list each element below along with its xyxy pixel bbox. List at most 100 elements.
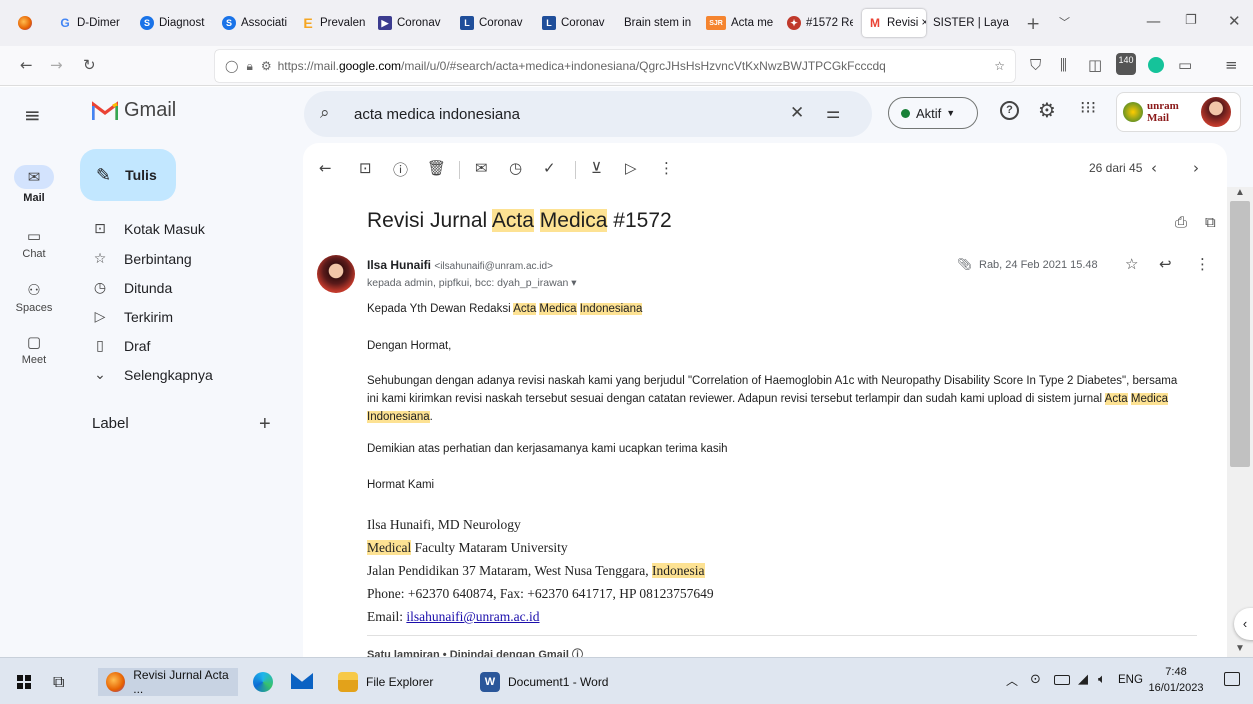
extension-badge-icon[interactable]: 140 [1116,53,1136,75]
nav-sent[interactable]: ▷ Terkirim [80,303,290,331]
tab-diagnost[interactable]: S Diagnost [140,9,208,37]
volume-icon[interactable]: 🔈︎ [1098,672,1106,687]
tab-d-dimer[interactable]: G D-Dimer [58,9,128,37]
tab-associati[interactable]: S Associati [222,9,288,37]
tab-coronav-1[interactable]: ▶ Coronav [378,9,444,37]
close-window-icon[interactable]: ✕ [1228,12,1241,30]
firefox-icon[interactable] [18,16,32,30]
search-bar[interactable]: ⌕ acta medica indonesiana ✕ ⚌ [304,91,872,137]
forward-icon[interactable]: → [50,56,63,74]
pocket-icon[interactable]: ⛉ [1030,56,1041,74]
grammarly-icon[interactable] [1148,57,1164,73]
search-icon[interactable]: ⌕ [320,103,330,123]
nav-snoozed[interactable]: ◷ Ditunda [80,274,290,302]
archive-icon[interactable]: ⊡ [359,159,372,177]
newer-icon[interactable]: ‹ [1151,159,1157,177]
back-icon[interactable]: ← [20,56,33,74]
more-actions-icon[interactable]: ⋮ [659,159,674,177]
nav-more[interactable]: ⌄ Selengkapnya [80,361,290,389]
clear-search-icon[interactable]: ✕ [790,103,804,123]
tab-acta-me[interactable]: SJR Acta me [706,9,776,37]
taskbar-firefox[interactable]: Revisi Jurnal Acta ... [98,668,238,696]
nav-inbox[interactable]: ⊡ Kotak Masuk [80,215,290,243]
message-view: ← ⊡ ⓘ 🗑︎ ✉ ◷ ✓ ⊻ ▷ ⋮ 26 dari 45 ‹ › Revi… [303,143,1227,657]
message-more-icon[interactable]: ⋮ [1195,255,1210,273]
menu-icon[interactable]: ≡ [1225,56,1238,74]
tab-revisi-active[interactable]: M Revisi × [862,9,926,37]
print-icon[interactable]: ⎙ [1175,213,1187,231]
delete-icon[interactable]: 🗑︎ [427,159,446,177]
nav-starred[interactable]: ☆ Berbintang [80,245,290,273]
org-logo[interactable]: unram Mail [1116,92,1241,132]
bookmark-star-icon[interactable]: ☆ [994,59,1005,73]
rail-chat[interactable]: ▭ Chat [0,227,68,260]
snooze-icon[interactable]: ◷ [509,159,522,177]
url-bar[interactable]: ◯ 🔒︎ ⚙ https://mail. google.com/mail/u/0/… [215,50,1015,82]
signature-email: Email: ilsahunaifi@unram.ac.id [367,609,540,624]
label-icon[interactable]: ▷ [625,159,637,177]
reader-icon[interactable]: ▭ [1178,56,1192,74]
new-tab-icon[interactable]: + [1026,14,1040,34]
tab-list-chevron-icon[interactable]: ﹀ [1059,14,1070,30]
open-new-window-icon[interactable]: ⧉ [1205,213,1216,231]
scroll-thumb[interactable] [1230,201,1250,467]
tray-meet-icon[interactable]: ⊙ [1030,672,1041,687]
reload-icon[interactable]: ↻ [83,56,96,74]
older-icon[interactable]: › [1193,159,1199,177]
gmail-m-icon [92,100,118,120]
wifi-icon[interactable]: ◢ [1078,672,1088,687]
scroll-down-icon[interactable]: ▼ [1235,643,1245,654]
recipients[interactable]: kepada admin, pipfkui, bcc: dyah_p_irawa… [367,277,577,289]
taskbar-word[interactable]: W Document1 - Word [480,668,630,696]
library-icon[interactable]: ⫼ [1060,56,1067,74]
tray-chevron-icon[interactable]: ︿ [1006,672,1018,689]
search-input[interactable]: acta medica indonesiana [354,106,520,123]
tab-brain-stem[interactable]: Brain stem in [624,9,694,37]
tab-1572[interactable]: ✦ #1572 Re [787,9,853,37]
back-to-results-icon[interactable]: ← [319,159,332,177]
avatar[interactable] [1201,97,1231,127]
help-icon[interactable]: ? [1000,101,1019,120]
clock[interactable]: 7:48 16/01/2023 [1148,664,1204,696]
gmail-logo[interactable]: Gmail [92,99,176,122]
search-options-icon[interactable]: ⚌ [826,103,840,122]
restore-icon[interactable]: ❐ [1185,13,1197,28]
windows-start-icon[interactable] [17,675,31,689]
main-menu-icon[interactable]: ≡ [24,103,41,127]
status-chip[interactable]: Aktif ▼ [888,97,978,129]
taskbar-file-explorer[interactable]: File Explorer [338,668,458,696]
ojs-icon: ✦ [787,16,801,30]
notification-icon[interactable] [1224,672,1240,686]
battery-icon[interactable] [1054,675,1070,685]
settings-gear-icon[interactable]: ⚙ [1038,98,1056,122]
move-to-icon[interactable]: ⊻ [591,159,602,177]
scrollbar[interactable]: ▲ ▼ [1227,187,1253,657]
nav-drafts[interactable]: ▯ Draf [80,332,290,360]
email-link[interactable]: ilsahunaifi@unram.ac.id [406,609,539,624]
gmail-app: ≡ Gmail ⌕ acta medica indonesiana ✕ ⚌ Ak… [0,87,1253,657]
tab-coronav-2[interactable]: L Coronav [460,9,528,37]
add-task-icon[interactable]: ✓ [543,159,556,177]
tab-prevalen[interactable]: E Prevalen [301,9,365,37]
minimize-icon[interactable]: — [1146,12,1161,30]
sender-name[interactable]: Ilsa Hunaifi [367,258,431,272]
rail-spaces[interactable]: ⚇ Spaces [0,281,68,314]
report-spam-icon[interactable]: ⓘ [393,159,408,180]
tab-sister[interactable]: SISTER | Laya [933,9,1011,37]
rail-meet[interactable]: ▢ Meet [0,333,68,366]
mark-unread-icon[interactable]: ✉ [475,159,488,177]
tab-coronav-3[interactable]: L Coronav [542,9,608,37]
task-view-icon[interactable]: ⧉ [53,672,64,692]
sidebar-icon[interactable]: ◫ [1088,56,1102,74]
star-message-icon[interactable]: ☆ [1125,255,1138,273]
language-indicator[interactable]: ENG [1118,674,1143,686]
reply-icon[interactable]: ↩ [1159,255,1172,273]
rail-mail[interactable]: ✉ Mail [0,165,68,204]
add-label-icon[interactable]: + [259,413,271,436]
edge-icon[interactable] [253,672,273,692]
compose-button[interactable]: ✎ Tulis [80,149,176,201]
sender-avatar[interactable] [317,255,355,293]
mail-app-icon[interactable] [291,673,313,689]
scroll-up-icon[interactable]: ▲ [1235,187,1245,198]
apps-grid-icon[interactable]: ⁝⁝⁝ [1080,98,1096,118]
